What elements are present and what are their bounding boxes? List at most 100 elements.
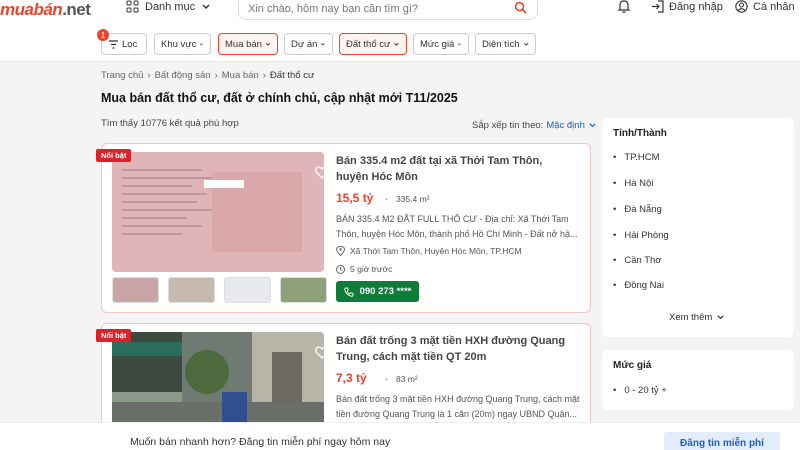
province-title: Tỉnh/Thành	[613, 128, 667, 139]
filter-chip-area[interactable]: Diện tích	[475, 33, 536, 55]
bullet: •	[613, 255, 617, 266]
thumbnail[interactable]	[112, 277, 159, 303]
call-button-label: 090 273 ****	[359, 286, 412, 297]
price-title: Mức giá	[613, 360, 652, 371]
personal-button[interactable]: Cá nhân	[735, 0, 795, 13]
search-icon[interactable]	[514, 1, 527, 14]
listing-image[interactable]	[112, 332, 324, 432]
filter-count-badge: 1	[97, 29, 109, 41]
filter-chip-label: Mua bán	[225, 38, 262, 50]
listing-description: BÁN 335.4 M2 ĐẤT FULL THỔ CƯ - Địa chỉ: …	[336, 214, 578, 239]
province-item[interactable]: • Cần Thơ	[613, 255, 662, 266]
breadcrumb-separator: ›	[147, 70, 151, 81]
category-label: Danh mục	[145, 0, 196, 13]
filter-chip-region[interactable]: Khu vực	[154, 33, 211, 55]
bullet: •	[613, 204, 617, 215]
province-item[interactable]: • Hải Phòng	[613, 230, 669, 241]
listing-image[interactable]	[112, 152, 324, 272]
heart-icon[interactable]	[315, 346, 324, 359]
listing-title[interactable]: Bán 335.4 m2 đất tại xã Thới Tam Thôn, h…	[336, 153, 576, 185]
breadcrumb-separator: ›	[214, 70, 218, 81]
price-range-item[interactable]: • 0 - 20 tỷ +	[613, 385, 667, 396]
login-label: Đăng nhập	[669, 0, 723, 13]
filter-chip-project[interactable]: Dự án	[284, 33, 333, 55]
bullet: •	[613, 178, 617, 189]
chevron-down-icon	[458, 42, 462, 45]
filter-label: Lọc	[122, 38, 138, 50]
province-label: Hải Phòng	[624, 230, 669, 241]
bullet: •	[613, 230, 617, 241]
province-item[interactable]: • TP.HCM	[613, 152, 660, 163]
sort-dropdown[interactable]: Sắp xếp tin theo: Mặc định	[472, 120, 597, 131]
heart-icon[interactable]	[315, 166, 324, 179]
phone-icon	[343, 287, 354, 297]
breadcrumb-real-estate[interactable]: Bất động sản	[155, 70, 211, 81]
category-menu[interactable]: Danh mục	[126, 0, 211, 13]
chevron-down-icon	[394, 42, 400, 46]
grid-icon	[126, 0, 139, 13]
bullet: •	[613, 385, 617, 396]
filter-chip-land-type[interactable]: Đất thổ cư	[339, 33, 407, 55]
breadcrumb-separator: ›	[262, 70, 266, 81]
site-logo[interactable]: muabán.net	[0, 0, 91, 20]
listing-price: 7,3 tỷ	[336, 371, 367, 385]
province-label: Đà Nẵng	[624, 204, 662, 215]
bullet: •	[613, 280, 617, 291]
featured-ribbon: Nổi bật	[96, 329, 132, 342]
listing-card[interactable]: Nổi bật Bán đất trống 3 mặt tiền HXH đườ…	[96, 323, 591, 433]
page-title: Mua bán đất thổ cư, đất ở chính chủ, cập…	[101, 91, 458, 105]
listing-location: Xã Thới Tam Thôn, Huyện Hóc Môn, TP.HCM	[336, 246, 522, 256]
province-label: Cần Thơ	[624, 255, 662, 266]
call-button[interactable]: 090 273 ****	[336, 281, 419, 302]
thumbnail[interactable]	[280, 277, 327, 303]
filter-icon	[109, 39, 118, 49]
chevron-down-icon	[321, 42, 326, 46]
listing-title[interactable]: Bán đất trống 3 mặt tiền HXH đường Quang…	[336, 333, 576, 365]
province-item[interactable]: • Đà Nẵng	[613, 204, 662, 215]
featured-ribbon: Nổi bật	[96, 149, 132, 162]
filter-chip-label: Mức giá	[420, 38, 455, 50]
chevron-down-icon	[523, 42, 529, 46]
province-item[interactable]: • Hà Nội	[613, 178, 653, 189]
bullet: •	[613, 152, 617, 163]
breadcrumb: Trang chủ › Bất động sản › Mua bán › Đất th…	[101, 70, 314, 81]
chevron-down-icon	[265, 42, 271, 46]
province-filter-panel: Tỉnh/Thành • TP.HCM • Hà Nội • Đà Nẵng • Hải…	[602, 118, 794, 337]
province-label: TP.HCM	[624, 152, 660, 163]
filter-chip-label: Diện tích	[482, 38, 520, 50]
listing-area: 83 m²	[385, 374, 418, 384]
filter-chip-label: Đất thổ cư	[346, 38, 391, 50]
user-icon	[735, 0, 748, 13]
chevron-down-icon	[589, 123, 596, 128]
thumbnail-strip	[112, 277, 327, 303]
filter-bar: 1 Lọc Khu vực Mua bán Dự án Đất thổ cư M…	[0, 28, 800, 62]
sort-label: Sắp xếp tin theo:	[472, 120, 544, 131]
listing-posted-text: 5 giờ trước	[350, 264, 393, 274]
personal-label: Cá nhân	[753, 0, 795, 13]
listing-card[interactable]: Nổi bật Bán 335.4 m2 đất tại xã Thới Tam…	[96, 143, 591, 313]
breadcrumb-buy-sell[interactable]: Mua bán	[222, 70, 259, 81]
filter-chip-label: Khu vực	[161, 38, 197, 50]
post-ad-message: Muốn bán nhanh hơn? Đăng tin miễn phí ng…	[130, 436, 391, 448]
post-free-ad-button[interactable]: Đăng tin miễn phí	[664, 432, 780, 450]
bell-icon[interactable]	[617, 0, 631, 13]
thumbnail[interactable]	[168, 277, 215, 303]
province-item[interactable]: • Đồng Nai	[613, 280, 664, 291]
search-placeholder: Xin chào, hôm nay bạn cần tìm gì?	[248, 3, 418, 15]
result-count: Tìm thấy 10776 kết quả phù hợp	[101, 118, 239, 129]
login-button[interactable]: Đăng nhập	[651, 0, 723, 13]
search-input[interactable]: Xin chào, hôm nay bạn cần tìm gì?	[238, 0, 538, 20]
breadcrumb-home[interactable]: Trang chủ	[101, 70, 143, 81]
filter-chip-price[interactable]: Mức giá	[413, 33, 469, 55]
filter-button[interactable]: 1 Lọc	[97, 29, 147, 55]
province-label: Đồng Nai	[624, 280, 664, 291]
breadcrumb-current: Đất thổ cư	[269, 70, 315, 81]
filter-chip-buy-sell[interactable]: Mua bán	[218, 33, 278, 55]
see-more-button[interactable]: Xem thêm	[669, 312, 725, 323]
map-pin-icon	[336, 246, 345, 256]
top-header: muabán.net Danh mục Xin chào, hôm nay bạ…	[0, 0, 800, 28]
listing-description: Bán đất trống 3 mặt tiền HXH đường Quang…	[336, 394, 580, 419]
filter-chip-label: Dự án	[291, 38, 318, 50]
land-certificate-photo	[112, 152, 324, 272]
thumbnail[interactable]	[224, 277, 271, 303]
